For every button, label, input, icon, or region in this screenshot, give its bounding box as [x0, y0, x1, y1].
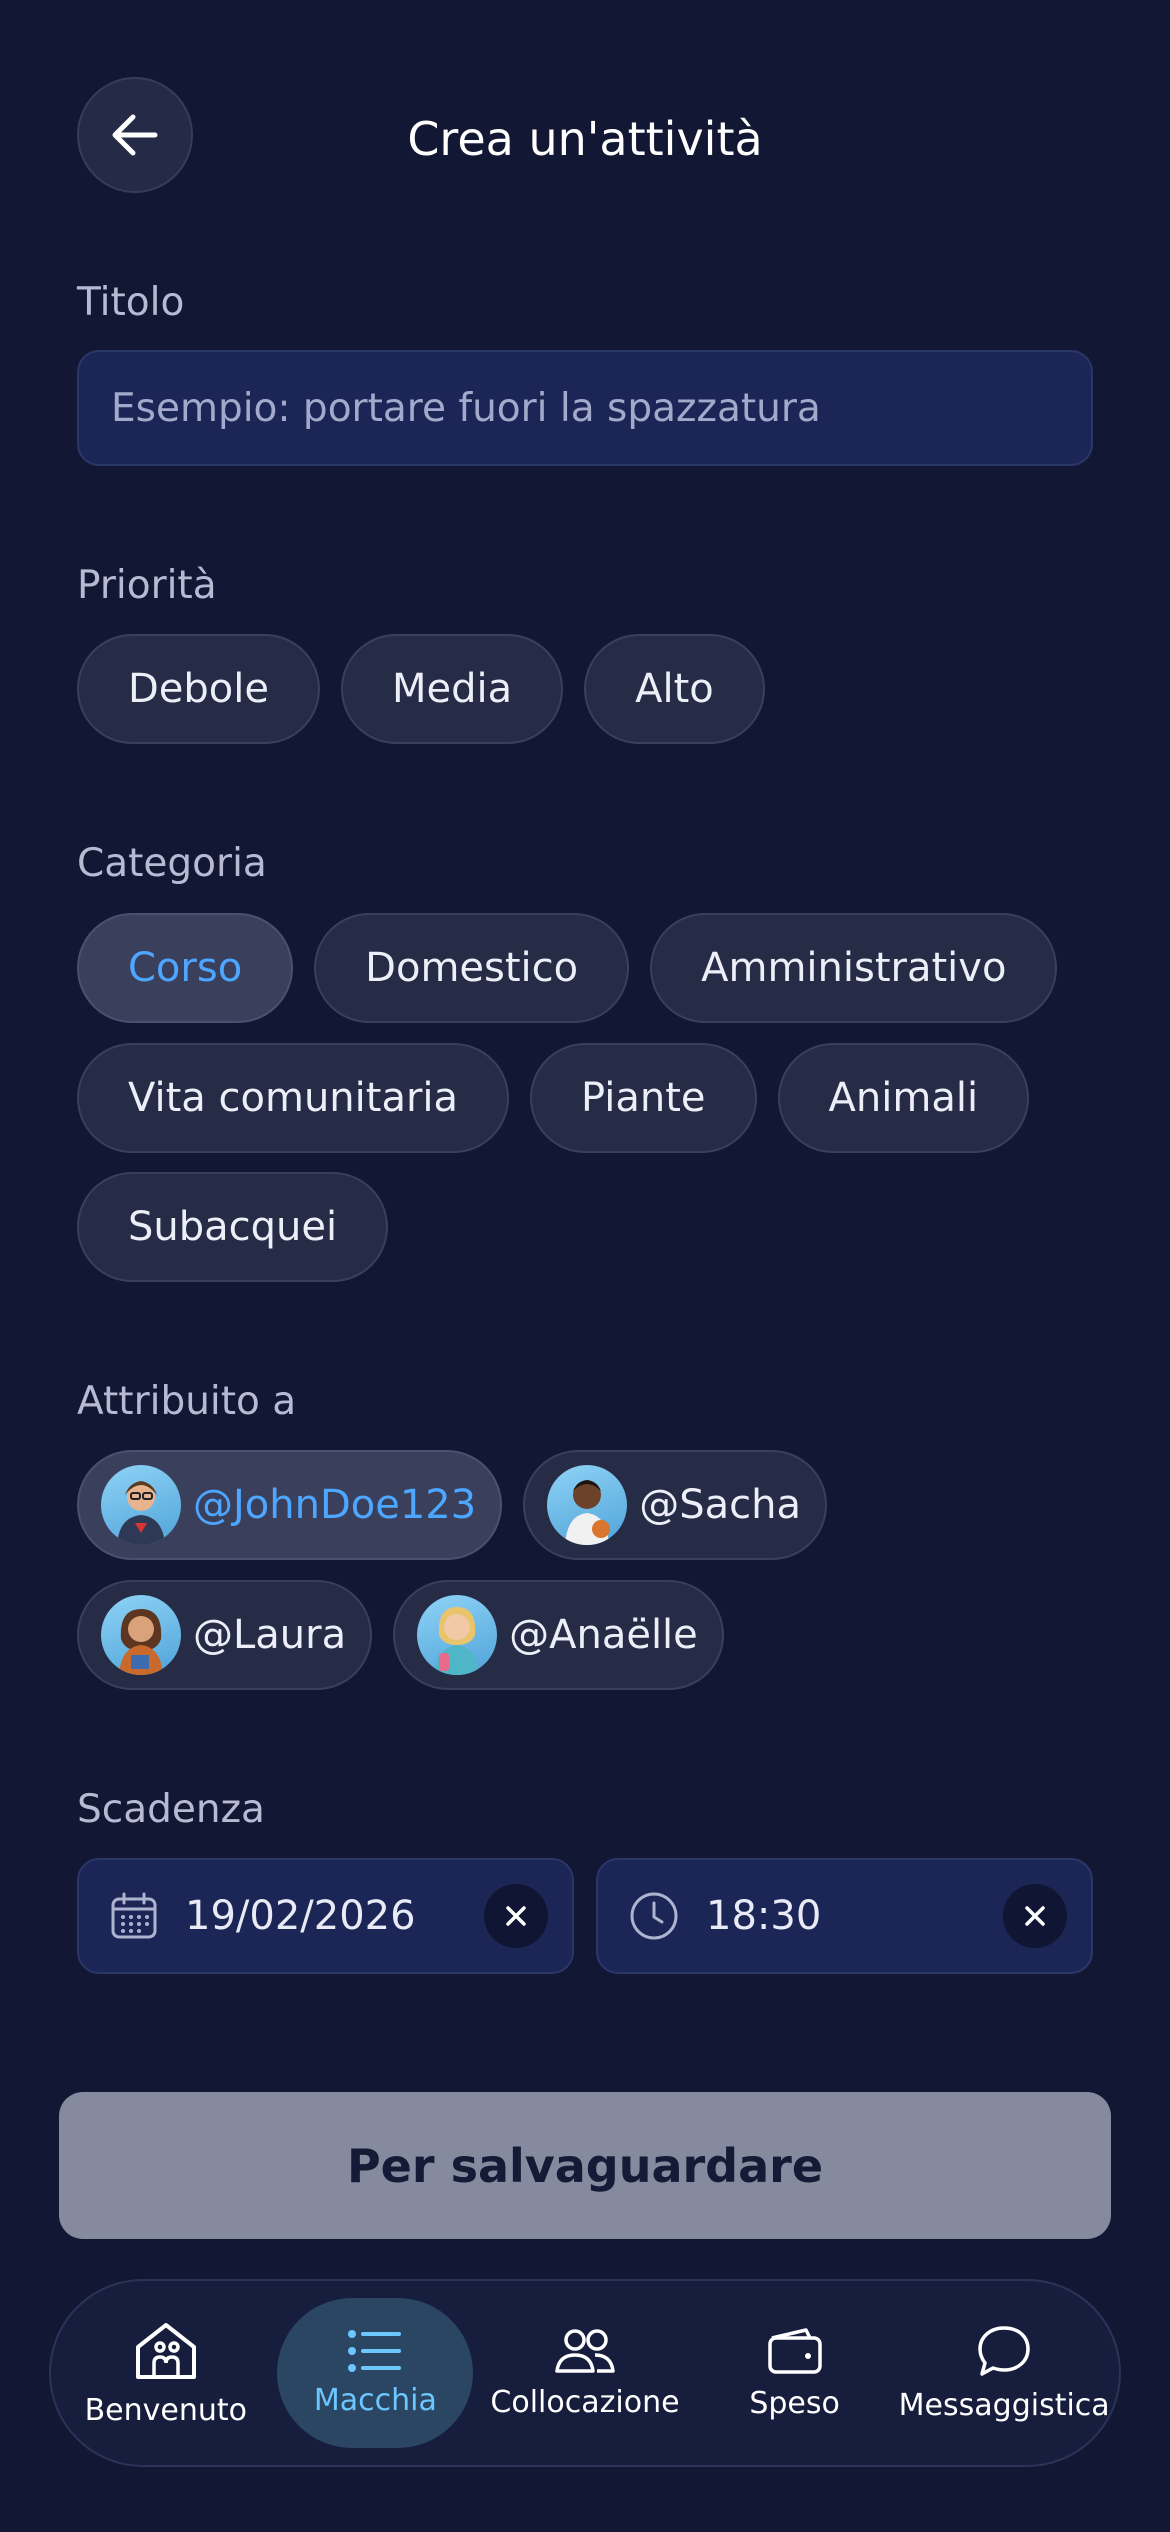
assigned-label: Attribuito a: [77, 1379, 297, 1424]
priority-chip-alto[interactable]: Alto: [584, 634, 765, 744]
category-chip-animali[interactable]: Animali: [777, 1043, 1030, 1153]
calendar-icon: [111, 1892, 157, 1939]
page-title: Crea un'attività: [407, 112, 763, 166]
avatar: [547, 1465, 628, 1545]
wallet-icon: [767, 2327, 822, 2374]
priority-chip-media[interactable]: Media: [341, 634, 564, 744]
chat-icon: [978, 2325, 1030, 2376]
nav-item-messaggistica[interactable]: Messaggistica: [899, 2298, 1110, 2448]
nav-label: Messaggistica: [898, 2387, 1110, 2423]
title-input-wrapper[interactable]: [77, 350, 1093, 466]
people-icon: [555, 2328, 615, 2373]
nav-label: Benvenuto: [84, 2392, 247, 2428]
assigned-row-1: @JohnDoe123 @Sacha: [77, 1450, 827, 1560]
create-task-screen: Crea un'attività Titolo Priorità Debole …: [0, 0, 1170, 2532]
clear-time-button[interactable]: [1003, 1884, 1067, 1948]
date-picker-field[interactable]: 19/02/2026: [77, 1858, 574, 1974]
deadline-label: Scadenza: [77, 1787, 265, 1832]
category-chip-corso[interactable]: Corso: [77, 913, 294, 1023]
close-icon: [506, 1906, 526, 1926]
home-icon: [135, 2322, 196, 2379]
nav-item-benvenuto[interactable]: Benvenuto: [68, 2298, 264, 2448]
category-row-3: Subacquei: [77, 1172, 389, 1282]
user-chip-laura[interactable]: @Laura: [77, 1580, 373, 1690]
title-input[interactable]: [111, 385, 1059, 431]
avatar: [101, 1465, 181, 1545]
date-value: 19/02/2026: [185, 1893, 416, 1939]
user-handle: @JohnDoe123: [193, 1482, 477, 1528]
title-label: Titolo: [77, 280, 185, 325]
priority-label: Priorità: [77, 563, 217, 608]
user-chip-anaelle[interactable]: @Anaëlle: [393, 1580, 724, 1690]
category-row-1: Corso Domestico Amministrativo: [77, 913, 1058, 1023]
time-picker-field[interactable]: 18:30: [596, 1858, 1093, 1974]
category-chip-domestico[interactable]: Domestico: [314, 913, 630, 1023]
list-icon: [348, 2329, 402, 2372]
user-handle: @Sacha: [639, 1482, 801, 1528]
nav-label: Speso: [749, 2385, 840, 2421]
nav-item-macchia[interactable]: Macchia: [277, 2298, 474, 2448]
user-chip-johndoe123[interactable]: @JohnDoe123: [77, 1450, 503, 1560]
save-button[interactable]: Per salvaguardare: [59, 2092, 1111, 2239]
nav-label: Collocazione: [490, 2384, 680, 2420]
assigned-row-2: @Laura @Anaëlle: [77, 1580, 724, 1690]
category-row-2: Vita comunitaria Piante Animali: [77, 1043, 1030, 1153]
priority-options: Debole Media Alto: [77, 634, 765, 744]
category-chip-subacquei[interactable]: Subacquei: [77, 1172, 389, 1282]
bottom-nav: Benvenuto Macchia Collocazione Speso Mes…: [49, 2279, 1121, 2467]
category-label: Categoria: [77, 841, 267, 886]
nav-label: Macchia: [313, 2382, 437, 2418]
avatar: [101, 1595, 181, 1675]
user-handle: @Anaëlle: [509, 1612, 698, 1658]
user-chip-sacha[interactable]: @Sacha: [523, 1450, 827, 1560]
category-chip-amministrativo[interactable]: Amministrativo: [650, 913, 1058, 1023]
user-handle: @Laura: [193, 1612, 347, 1658]
clear-date-button[interactable]: [484, 1884, 548, 1948]
nav-item-speso[interactable]: Speso: [697, 2298, 893, 2448]
clock-icon: [630, 1892, 678, 1940]
priority-chip-debole[interactable]: Debole: [77, 634, 320, 744]
category-chip-vita-comunitaria[interactable]: Vita comunitaria: [77, 1043, 510, 1153]
avatar: [417, 1595, 498, 1675]
category-chip-piante[interactable]: Piante: [530, 1043, 757, 1153]
time-value: 18:30: [706, 1893, 822, 1939]
nav-item-collocazione[interactable]: Collocazione: [487, 2298, 683, 2448]
close-icon: [1025, 1906, 1045, 1926]
